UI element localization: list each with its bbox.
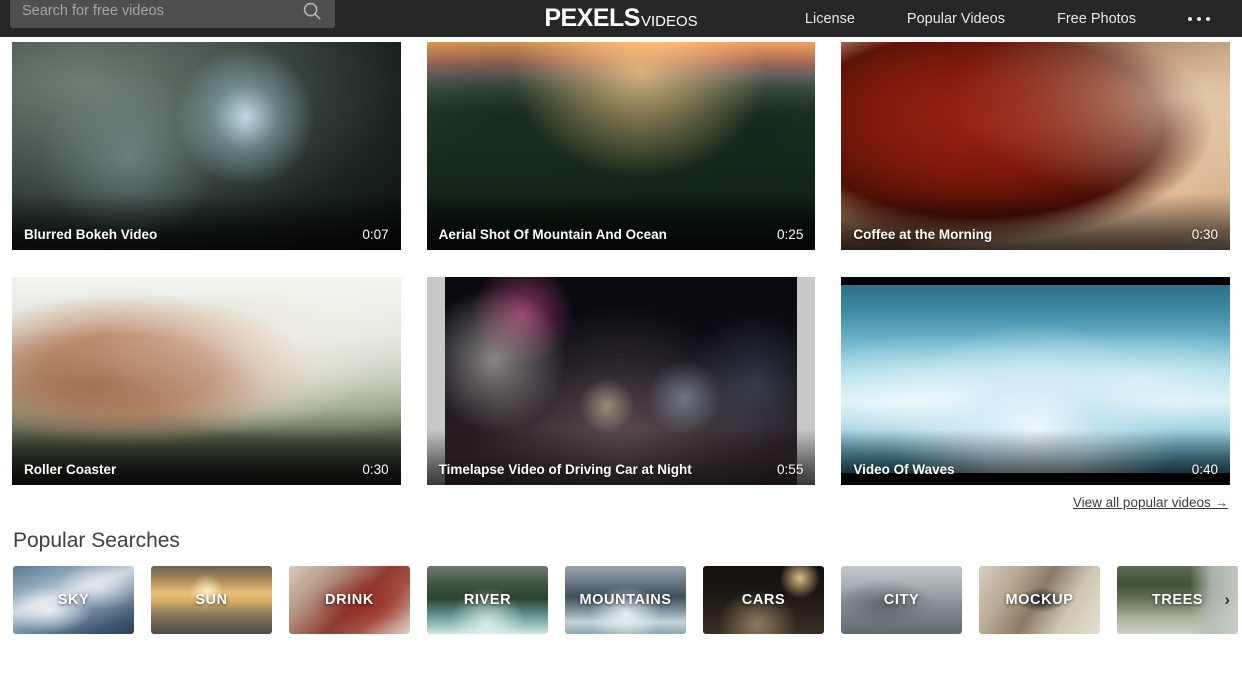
video-duration: 0:30 (362, 462, 389, 477)
tile-label: SUN (195, 592, 228, 608)
tile-label: CARS (741, 592, 786, 608)
site-header: PEXELS VIDEOS License Popular Videos Fre… (0, 0, 1242, 37)
video-duration: 0:07 (362, 227, 389, 242)
tile-label: TREES (1151, 592, 1204, 608)
tile-label: RIVER (463, 592, 512, 608)
video-card[interactable]: Blurred Bokeh Video 0:07 (12, 42, 401, 250)
search-tile-river[interactable]: RIVER (427, 566, 548, 634)
video-duration: 0:30 (1191, 227, 1218, 242)
ellipsis-dot (1188, 16, 1192, 21)
nav-item-license[interactable]: License (779, 11, 881, 27)
popular-searches-heading: Popular Searches (13, 529, 180, 552)
search-input[interactable] (22, 0, 301, 19)
view-all-row: View all popular videos → (0, 485, 1242, 512)
search-tile-sun[interactable]: SUN (151, 566, 272, 634)
search-tile-city[interactable]: CITY (841, 566, 962, 634)
video-title: Timelapse Video of Driving Car at Night (438, 462, 692, 477)
video-card[interactable]: Coffee at the Morning 0:30 (841, 42, 1230, 250)
video-card-overlay: Timelapse Video of Driving Car at Night … (426, 429, 816, 485)
video-card-overlay: Coffee at the Morning 0:30 (841, 194, 1230, 250)
video-duration: 0:25 (777, 227, 804, 242)
ellipsis-dot (1197, 16, 1201, 21)
video-title: Roller Coaster (24, 462, 117, 477)
video-title: Video Of Waves (853, 462, 955, 477)
video-grid: Blurred Bokeh Video 0:07 Aerial Shot Of … (0, 37, 1242, 485)
video-title: Coffee at the Morning (853, 227, 993, 242)
video-card-overlay: Aerial Shot Of Mountain And Ocean 0:25 (426, 194, 816, 250)
tile-label: MOCKUP (1005, 592, 1074, 608)
view-all-popular-videos-link[interactable]: View all popular videos → (1073, 495, 1228, 510)
main-nav: License Popular Videos Free Photos (779, 11, 1224, 27)
tile-label: CITY (883, 592, 920, 608)
ellipsis-dot (1206, 16, 1210, 21)
tile-label: SKY (57, 592, 90, 608)
search-tile-cars[interactable]: CARS (703, 566, 824, 634)
video-title: Aerial Shot Of Mountain And Ocean (438, 227, 667, 242)
search-icon[interactable] (301, 0, 323, 22)
search-tile-mockup[interactable]: MOCKUP (979, 566, 1100, 634)
video-duration: 0:55 (777, 462, 804, 477)
search-tile-sky[interactable]: SKY (13, 566, 134, 634)
logo-primary-text: PEXELS (544, 4, 640, 32)
video-card[interactable]: Video Of Waves 0:40 (841, 277, 1230, 485)
search-tile-mountains[interactable]: MOUNTAINS (565, 566, 686, 634)
logo-secondary-text: VIDEOS (640, 13, 698, 30)
nav-item-popular-videos[interactable]: Popular Videos (881, 11, 1031, 27)
search-tile-trees[interactable]: TREES › (1117, 566, 1238, 634)
video-card-overlay: Blurred Bokeh Video 0:07 (12, 194, 401, 250)
ellipsis-icon[interactable] (1162, 16, 1224, 21)
popular-searches-tiles: SKY SUN DRINK RIVER MOUNTAINS CARS CITY … (0, 566, 1242, 634)
site-logo[interactable]: PEXELS VIDEOS (544, 4, 697, 33)
video-card[interactable]: Timelapse Video of Driving Car at Night … (426, 277, 816, 485)
video-card[interactable]: Aerial Shot Of Mountain And Ocean 0:25 (426, 42, 816, 250)
tile-label: DRINK (325, 592, 374, 608)
video-duration: 0:40 (1191, 462, 1218, 477)
nav-item-free-photos[interactable]: Free Photos (1031, 11, 1162, 27)
tile-label: MOUNTAINS (579, 592, 672, 608)
video-card-overlay: Video Of Waves 0:40 (841, 429, 1230, 485)
video-card-overlay: Roller Coaster 0:30 (12, 429, 401, 485)
next-tiles-arrow-icon[interactable]: › (1224, 590, 1230, 610)
search-box[interactable] (10, 0, 335, 28)
video-title: Blurred Bokeh Video (24, 227, 158, 242)
video-card[interactable]: Roller Coaster 0:30 (12, 277, 401, 485)
search-tile-drink[interactable]: DRINK (289, 566, 410, 634)
